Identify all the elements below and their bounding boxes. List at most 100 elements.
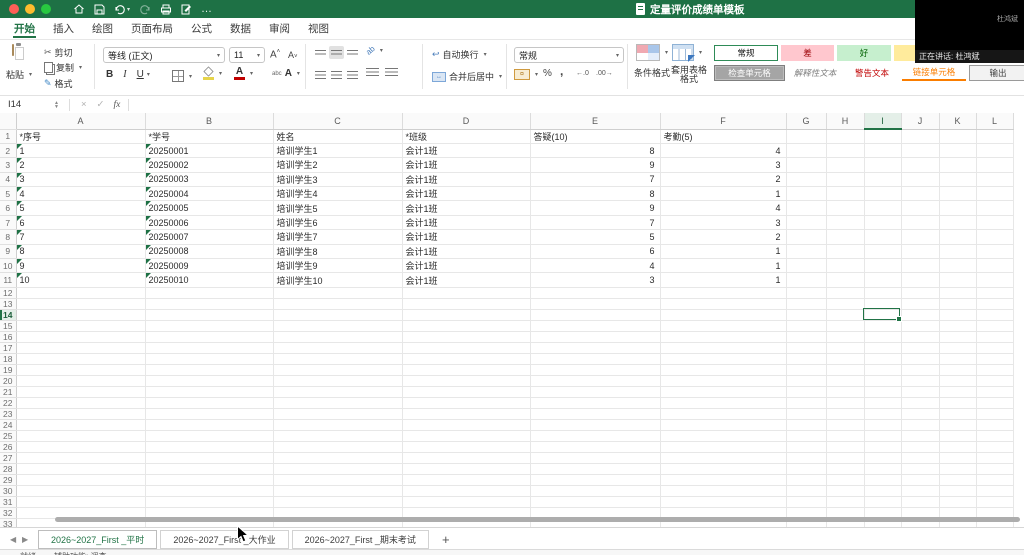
merge-center-button[interactable]: ↔ 合并后居中 ▾ — [432, 70, 502, 83]
cell-D4[interactable]: 会计1班 — [402, 172, 531, 188]
cell-J23[interactable] — [901, 408, 940, 420]
cell-D6[interactable]: 会计1班 — [402, 200, 531, 216]
cell-C17[interactable] — [273, 342, 403, 354]
cell-I28[interactable] — [864, 463, 902, 475]
cell-J28[interactable] — [901, 463, 940, 475]
cell-I31[interactable] — [864, 496, 902, 508]
cell-C18[interactable] — [273, 353, 403, 365]
cell-K26[interactable] — [939, 441, 977, 453]
cell-K15[interactable] — [939, 320, 977, 332]
cell-H27[interactable] — [826, 452, 865, 464]
cell-style-explain[interactable]: 解释性文本 — [788, 65, 842, 81]
cell-B15[interactable] — [145, 320, 274, 332]
cell-D20[interactable] — [402, 375, 531, 387]
column-header-E[interactable]: E — [530, 113, 661, 130]
cell-E15[interactable] — [530, 320, 661, 332]
cell-D5[interactable]: 会计1班 — [402, 186, 531, 202]
row-header-28[interactable]: 28 — [0, 463, 17, 475]
cell-J1[interactable] — [901, 129, 940, 144]
cell-A8[interactable]: 7 — [16, 229, 146, 245]
cell-C14[interactable] — [273, 309, 403, 321]
cell-E19[interactable] — [530, 364, 661, 376]
cell-I25[interactable] — [864, 430, 902, 442]
more-toolbar-icon[interactable]: … — [201, 4, 212, 15]
zoom-window-button[interactable] — [41, 4, 51, 14]
cell-C3[interactable]: 培训学生2 — [273, 157, 403, 173]
cell-E18[interactable] — [530, 353, 661, 365]
cell-I5[interactable] — [864, 186, 902, 202]
cell-C9[interactable]: 培训学生8 — [273, 244, 403, 260]
cell-H1[interactable] — [826, 129, 865, 144]
cell-F13[interactable] — [660, 298, 787, 310]
cell-F16[interactable] — [660, 331, 787, 343]
cell-G14[interactable] — [786, 309, 827, 321]
cell-E28[interactable] — [530, 463, 661, 475]
cell-F1[interactable]: 考勤(5) — [660, 129, 787, 144]
cell-C27[interactable] — [273, 452, 403, 464]
cell-A31[interactable] — [16, 496, 146, 508]
cell-L9[interactable] — [976, 244, 1014, 260]
cell-L1[interactable] — [976, 129, 1014, 144]
row-header-13[interactable]: 13 — [0, 298, 17, 310]
cell-A13[interactable] — [16, 298, 146, 310]
cell-D18[interactable] — [402, 353, 531, 365]
cell-L13[interactable] — [976, 298, 1014, 310]
cell-E23[interactable] — [530, 408, 661, 420]
cell-E6[interactable]: 9 — [530, 200, 661, 216]
cell-A23[interactable] — [16, 408, 146, 420]
cell-I1[interactable] — [864, 129, 902, 144]
percent-button[interactable]: % — [543, 68, 552, 79]
cell-G4[interactable] — [786, 172, 827, 188]
row-header-32[interactable]: 32 — [0, 507, 17, 519]
cell-F8[interactable]: 2 — [660, 229, 787, 245]
cut-button[interactable]: ✂ 剪切 — [44, 46, 73, 59]
cell-L17[interactable] — [976, 342, 1014, 354]
cell-E17[interactable] — [530, 342, 661, 354]
borders-button[interactable]: ▾ — [172, 70, 192, 82]
cell-I21[interactable] — [864, 386, 902, 398]
cell-A29[interactable] — [16, 474, 146, 486]
name-box[interactable]: I14 — [0, 99, 54, 110]
cell-G16[interactable] — [786, 331, 827, 343]
cell-L19[interactable] — [976, 364, 1014, 376]
cell-I22[interactable] — [864, 397, 902, 409]
column-header-F[interactable]: F — [660, 113, 787, 130]
cell-F28[interactable] — [660, 463, 787, 475]
cell-F2[interactable]: 4 — [660, 143, 787, 159]
cell-H7[interactable] — [826, 215, 865, 231]
increase-indent-icon[interactable] — [385, 68, 398, 76]
cell-A2[interactable]: 1 — [16, 143, 146, 159]
cell-C8[interactable]: 培训学生7 — [273, 229, 403, 245]
cell-E25[interactable] — [530, 430, 661, 442]
cell-F24[interactable] — [660, 419, 787, 431]
cell-J26[interactable] — [901, 441, 940, 453]
cell-E2[interactable]: 8 — [530, 143, 661, 159]
redo-button[interactable] — [139, 4, 151, 15]
number-format-select[interactable]: 常规 ▾ — [514, 47, 624, 63]
cell-H3[interactable] — [826, 157, 865, 173]
cell-L23[interactable] — [976, 408, 1014, 420]
cell-D17[interactable] — [402, 342, 531, 354]
cell-B4[interactable]: 20250003 — [145, 172, 274, 188]
cell-J16[interactable] — [901, 331, 940, 343]
cell-B16[interactable] — [145, 331, 274, 343]
cell-B29[interactable] — [145, 474, 274, 486]
cell-style-normal[interactable]: 常规 — [714, 45, 778, 61]
cell-H12[interactable] — [826, 287, 865, 299]
cell-E5[interactable]: 8 — [530, 186, 661, 202]
cell-F31[interactable] — [660, 496, 787, 508]
cell-L3[interactable] — [976, 157, 1014, 173]
cell-G19[interactable] — [786, 364, 827, 376]
cell-F10[interactable]: 1 — [660, 258, 787, 274]
cell-H8[interactable] — [826, 229, 865, 245]
increase-decimal-button[interactable]: ←.0 — [576, 70, 589, 77]
font-size-select[interactable]: 11 ▾ — [229, 47, 265, 63]
cell-C22[interactable] — [273, 397, 403, 409]
cell-L20[interactable] — [976, 375, 1014, 387]
cell-H28[interactable] — [826, 463, 865, 475]
cell-C24[interactable] — [273, 419, 403, 431]
cell-L24[interactable] — [976, 419, 1014, 431]
cell-H23[interactable] — [826, 408, 865, 420]
cell-A14[interactable] — [16, 309, 146, 321]
cell-I3[interactable] — [864, 157, 902, 173]
